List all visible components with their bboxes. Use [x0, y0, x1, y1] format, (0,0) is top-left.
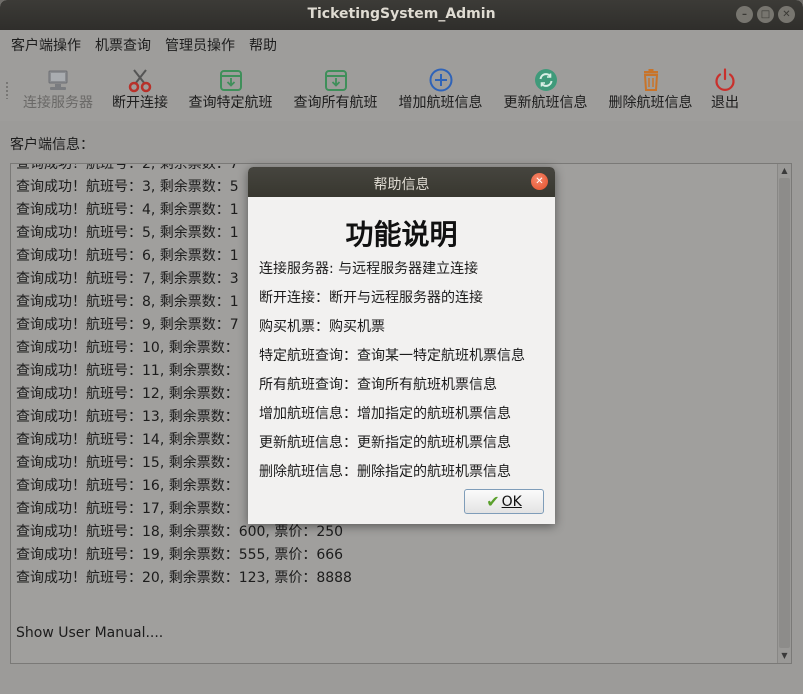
server-icon [48, 70, 68, 90]
menu-help[interactable]: 帮助 [242, 35, 284, 55]
help-line: 特定航班查询：查询某一特定航班机票信息 [259, 348, 525, 364]
query-all-flights-button[interactable]: 查询所有航班 [289, 63, 382, 117]
disconnect-button[interactable]: 断开连接 [108, 63, 172, 117]
exit-label: 退出 [711, 95, 739, 111]
connect-server-button[interactable]: 连接服务器 [19, 63, 97, 117]
maximize-icon[interactable]: □ [757, 6, 774, 23]
scrollbar-thumb[interactable] [779, 178, 790, 648]
add-flight-button[interactable]: 增加航班信息 [394, 63, 487, 117]
window-titlebar[interactable]: TicketingSystem_Admin – □ ✕ [0, 0, 803, 30]
help-line: 增加航班信息：增加指定的航班机票信息 [259, 406, 511, 422]
help-line: 所有航班查询：查询所有航班机票信息 [259, 377, 497, 393]
scroll-down-icon[interactable]: ▼ [778, 649, 791, 663]
delete-flight-label: 删除航班信息 [608, 95, 693, 111]
scissors-icon [128, 69, 152, 93]
dialog-help-lines: 连接服务器: 与远程服务器建立连接 断开连接：断开与远程服务器的连接 购买机票：… [259, 258, 525, 490]
plus-circle-icon [429, 68, 452, 92]
minimize-icon[interactable]: – [736, 6, 753, 23]
power-icon [715, 68, 735, 91]
list-item: 查询成功！航班号：19, 剩余票数：555, 票价：666 [16, 547, 344, 563]
query-specific-flight-label: 查询特定航班 [188, 95, 273, 111]
help-line: 连接服务器: 与远程服务器建立连接 [259, 261, 479, 277]
query-all-flights-label: 查询所有航班 [293, 95, 378, 111]
help-dialog: 帮助信息 ✕ 功能说明 连接服务器: 与远程服务器建立连接 断开连接：断开与远程… [248, 167, 555, 524]
update-flight-label: 更新航班信息 [503, 95, 588, 111]
disconnect-label: 断开连接 [112, 95, 168, 111]
help-line: 更新航班信息：更新指定的航班机票信息 [259, 435, 511, 451]
menu-admin-ops[interactable]: 管理员操作 [158, 35, 242, 55]
help-line: 删除航班信息：删除指定的航班机票信息 [259, 464, 511, 480]
help-line: 购买机票：购买机票 [259, 319, 385, 335]
query-specific-flight-button[interactable]: 查询特定航班 [184, 63, 277, 117]
menubar: 客户端操作 机票查询 管理员操作 帮助 [0, 30, 803, 59]
list-item: 查询成功！航班号：18, 剩余票数：600, 票价：250 [16, 524, 344, 540]
delete-flight-button[interactable]: 删除航班信息 [604, 63, 697, 117]
help-line: 断开连接：断开与远程服务器的连接 [259, 290, 483, 306]
add-flight-label: 增加航班信息 [398, 95, 483, 111]
menu-ticket-query[interactable]: 机票查询 [88, 35, 158, 55]
list-item: 查询成功！航班号：20, 剩余票数：123, 票价：8888 [16, 570, 352, 586]
dialog-close-icon[interactable]: ✕ [531, 173, 548, 190]
show-user-manual-text: Show User Manual.... [16, 625, 164, 641]
ok-label: OK [501, 493, 522, 510]
toolbar: 连接服务器 断开连接 查询特定航班 查询所有航班 增加航班信息 更新航班信息 删… [0, 59, 803, 121]
download-box-icon [219, 70, 242, 91]
checkmark-icon: ✔ [486, 492, 500, 511]
client-info-label: 客户端信息： [10, 137, 94, 153]
download-box-icon [324, 70, 347, 91]
dialog-heading: 功能说明 [345, 218, 458, 251]
dialog-titlebar[interactable]: 帮助信息 ✕ [248, 167, 555, 197]
exit-button[interactable]: 退出 [708, 63, 742, 117]
menu-client-ops[interactable]: 客户端操作 [4, 35, 88, 55]
trash-icon [643, 69, 658, 91]
connect-server-label: 连接服务器 [23, 95, 93, 111]
toolbar-grip[interactable] [5, 81, 9, 99]
ok-button[interactable]: ✔ OK [464, 489, 544, 514]
vertical-scrollbar[interactable]: ▲ ▼ [777, 164, 791, 663]
scroll-up-icon[interactable]: ▲ [778, 164, 791, 178]
close-icon[interactable]: ✕ [778, 6, 795, 23]
refresh-icon [534, 69, 557, 91]
app-window: TicketingSystem_Admin – □ ✕ 客户端操作 机票查询 管… [0, 0, 803, 694]
update-flight-button[interactable]: 更新航班信息 [499, 63, 592, 117]
window-title: TicketingSystem_Admin [307, 6, 496, 22]
dialog-title: 帮助信息 [373, 177, 430, 193]
